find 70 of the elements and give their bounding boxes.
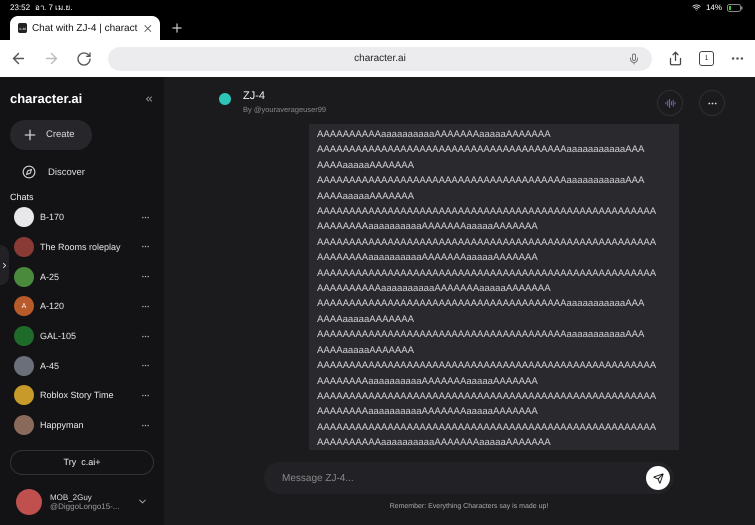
plus-icon xyxy=(22,126,38,143)
message-line: AAAAAAAAAAAAAAAAAAAAAAAAAAAAAAAAAAAAAAAaaaaaaaaaaaAAA xyxy=(317,328,646,342)
url-text: character.ai xyxy=(354,53,406,64)
chat-name: B-170 xyxy=(40,212,66,222)
message-line: AAAAAAAAAAAAAAAAAAAAAAAAAAAAAAAAAAAAAAAaaaaaaaaaaaAAA xyxy=(317,174,646,188)
message-line: AAAAAAAAaaaaaaaaaaAAAAAAAaaaaaAAAAAAA xyxy=(317,220,539,234)
character-name: ZJ-4 xyxy=(243,90,266,102)
message-input[interactable]: Message ZJ-4... xyxy=(280,472,646,484)
chat-item[interactable]: The Rooms roleplay xyxy=(10,232,154,262)
create-button[interactable]: Create xyxy=(10,120,92,150)
tab-title: Chat with ZJ-4 | charact xyxy=(32,22,138,34)
message-line: AAAAAAAAAAaaaaaaaaaaAAAAAAAaaaaaAAAAAAA xyxy=(317,436,552,450)
logo: character.ai xyxy=(10,91,82,106)
reload-icon[interactable] xyxy=(76,50,92,66)
share-icon[interactable] xyxy=(668,51,683,66)
character-avatar xyxy=(219,93,231,105)
user-handle: @DiggoLongo15-... xyxy=(50,502,120,511)
voice-button[interactable] xyxy=(657,90,683,116)
chat-name: A-25 xyxy=(40,272,60,282)
message-line: AAAAAAAAaaaaaaaaaaAAAAAAAaaaaaAAAAAAA xyxy=(317,405,539,420)
chat-name: A-120 xyxy=(40,301,66,312)
chat-name: Roblox Story Time xyxy=(40,390,115,400)
chevron-right-icon xyxy=(0,260,9,270)
chats-heading: Chats xyxy=(10,192,35,202)
user-avatar xyxy=(16,488,42,515)
message-line: AAAAAAAAAAAAAAAAAAAAAAAAAAAAAAAAAAAAAAAAAAAAAAAAAAAAA xyxy=(317,266,658,281)
message-line: AAAAaaaaaAAAAAAA xyxy=(317,312,416,327)
chat-name: Happyman xyxy=(40,420,85,430)
collapse-icon[interactable] xyxy=(144,94,154,104)
send-button[interactable] xyxy=(646,466,670,490)
message-line: AAAAAAAAAAaaaaaaaaaaAAAAAAAaaaaaAAAAAAA xyxy=(317,128,552,142)
chat-name: A-45 xyxy=(40,360,60,371)
new-tab-icon[interactable] xyxy=(170,21,184,35)
message-line: AAAAAAAAAAAAAAAAAAAAAAAAAAAAAAAAAAAAAAAAAAAAAAAAAAAAA xyxy=(317,205,658,220)
compass-icon xyxy=(22,165,36,180)
sound-wave-icon xyxy=(664,98,676,108)
message-line: AAAAAAAAAAAAAAAAAAAAAAAAAAAAAAAAAAAAAAAAAAAAAAAAAAAAA xyxy=(317,420,658,435)
message-line: AAAAAAAAAAAAAAAAAAAAAAAAAAAAAAAAAAAAAAAAAAAAAAAAAAAAA xyxy=(317,390,658,404)
message-line: AAAAAAAAAAAAAAAAAAAAAAAAAAAAAAAAAAAAAAAaaaaaaaaaaaAAA xyxy=(317,297,646,312)
battery-icon xyxy=(727,4,743,12)
chat-item[interactable]: Happyman xyxy=(10,410,154,440)
status-time: 23:52 xyxy=(10,3,30,12)
chat-item[interactable]: A-25 xyxy=(10,262,154,292)
status-date: อา. 7 เม.ย. xyxy=(35,2,73,14)
back-icon[interactable] xyxy=(10,50,27,67)
chat-name: The Rooms roleplay xyxy=(40,242,122,252)
user-name: MOB_2Guy xyxy=(50,492,93,502)
chat-item[interactable]: B-170 xyxy=(10,202,154,232)
message-line: AAAAAAAAAAaaaaaaaaaaAAAAAAAaaaaaAAAAAAA xyxy=(317,282,552,296)
upgrade-button[interactable]: Try c.ai+ xyxy=(10,450,154,475)
discover-link[interactable]: Discover xyxy=(10,158,154,186)
chat-item[interactable]: Roblox Story Time xyxy=(10,380,154,410)
send-icon xyxy=(652,472,664,484)
battery-percent: 14% xyxy=(706,3,722,12)
message-bar[interactable]: Message ZJ-4... xyxy=(264,462,674,494)
expand-handle[interactable] xyxy=(0,245,9,285)
message-line: AAAAAAAAAAAAAAAAAAAAAAAAAAAAAAAAAAAAAAAaaaaaaaaaaaAAA xyxy=(317,143,646,158)
message-line: AAAAaaaaaAAAAAAA xyxy=(317,190,416,204)
wifi-icon xyxy=(692,3,701,12)
message-line: AAAAAAAAAAAAAAAAAAAAAAAAAAAAAAAAAAAAAAAAAAAAAAAAAAAAA xyxy=(317,236,658,250)
chat-item[interactable]: GAL-105 xyxy=(10,321,154,351)
address-bar[interactable]: character.ai xyxy=(108,46,652,70)
message-line: AAAAaaaaaAAAAAAA xyxy=(317,344,416,358)
microphone-icon[interactable] xyxy=(628,52,640,64)
message-line: AAAAAAAAaaaaaaaaaaAAAAAAAaaaaaAAAAAAA xyxy=(317,251,539,266)
message-line: AAAAAAAAAAAAAAAAAAAAAAAAAAAAAAAAAAAAAAAAAAAAAAAAAAAAA xyxy=(317,359,658,374)
message-line: AAAAAAAAaaaaaaaaaaAAAAAAAaaaaaAAAAAAA xyxy=(317,374,539,388)
chat-item[interactable]: A-45 xyxy=(10,350,154,381)
message-line: AAAAaaaaaAAAAAAA xyxy=(317,158,416,173)
chat-name: GAL-105 xyxy=(40,331,78,342)
